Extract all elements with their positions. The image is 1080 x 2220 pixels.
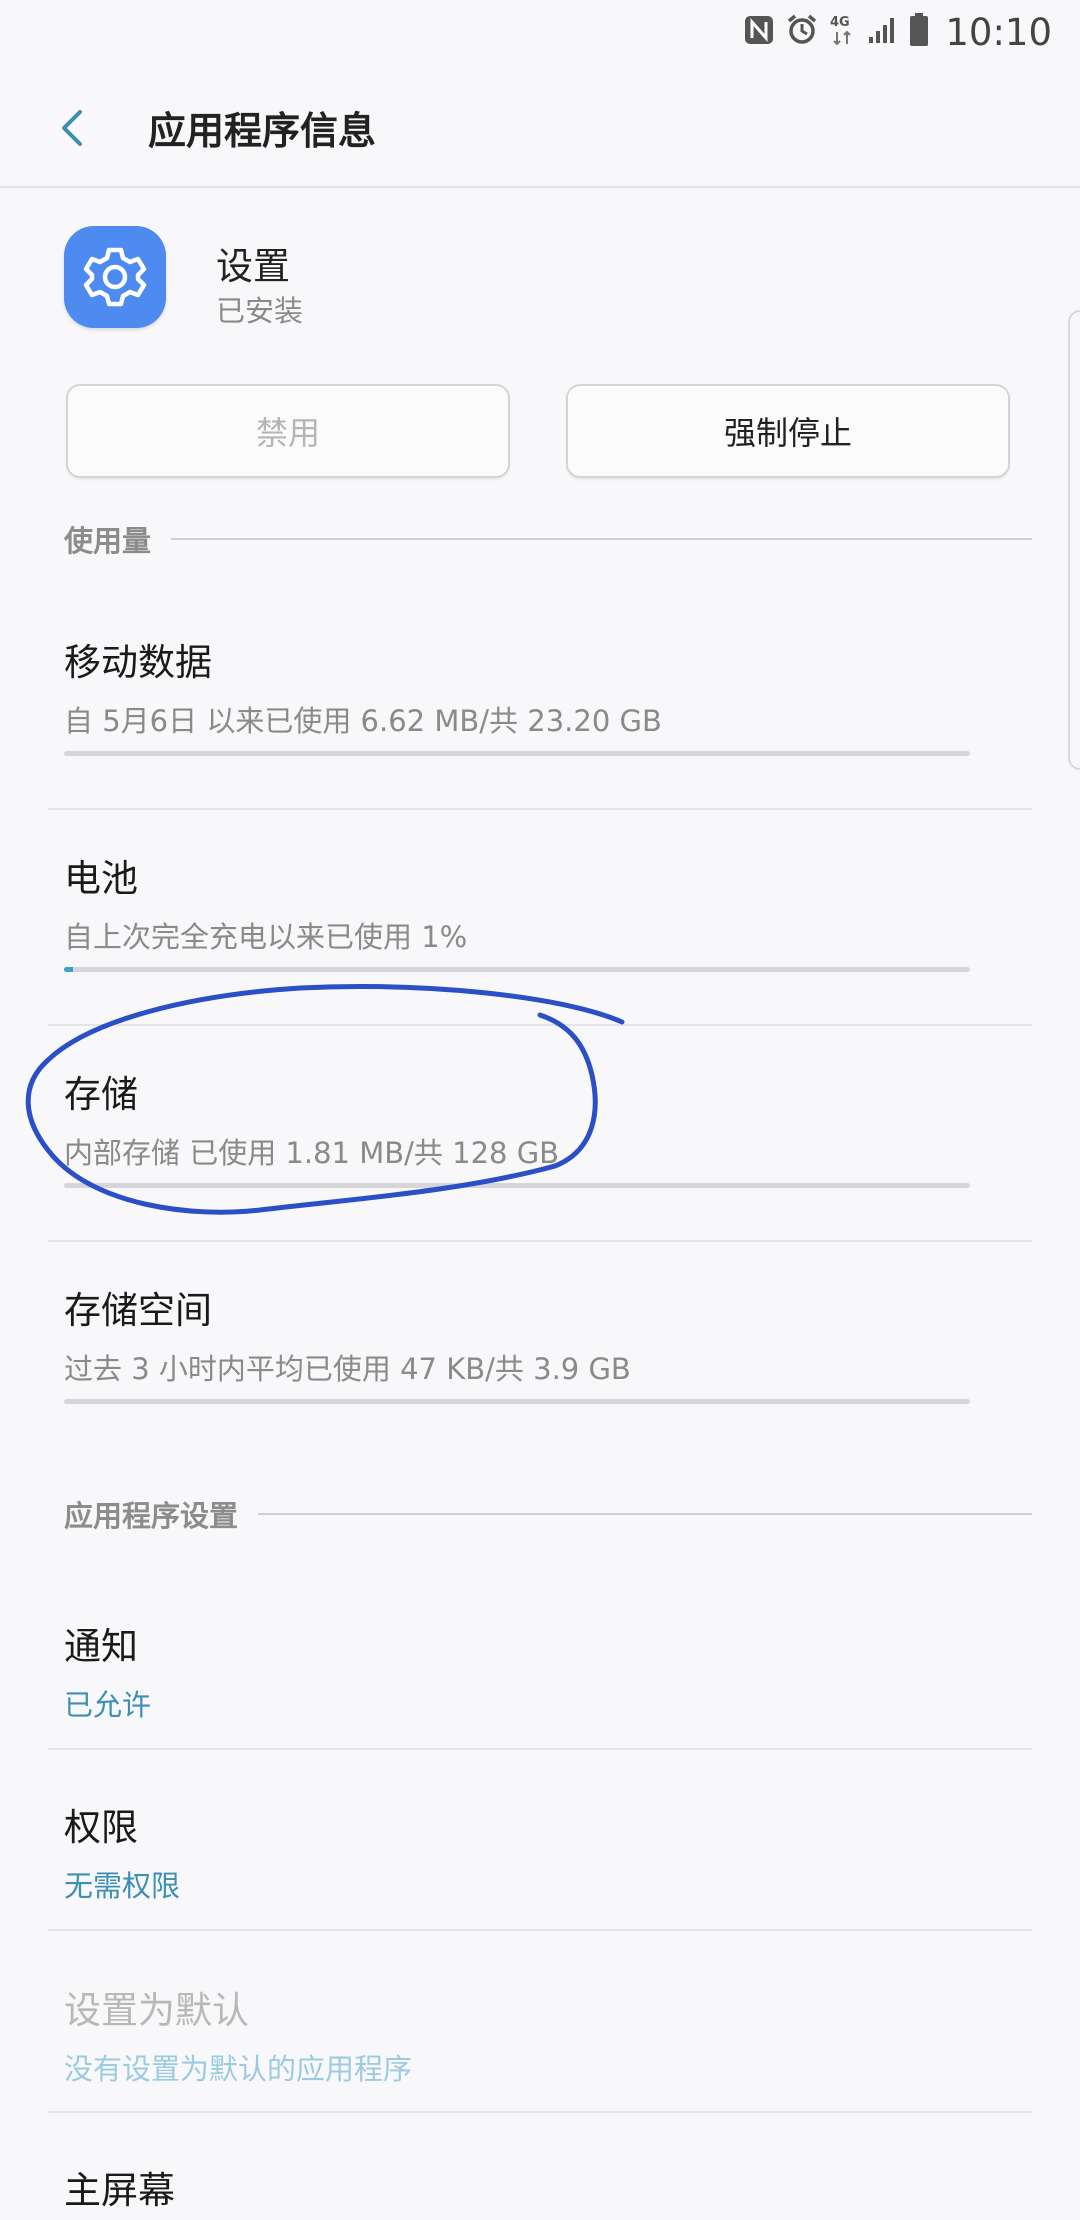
- item-subtitle: 无需权限: [64, 1869, 181, 1903]
- item-title: 通知: [64, 1625, 138, 1668]
- app-install-status: 已安装: [216, 294, 304, 328]
- item-subtitle: 内部存储 已使用 1.81 MB/共 128 GB: [64, 1136, 560, 1170]
- item-subtitle: 过去 3 小时内平均已使用 47 KB/共 3.9 GB: [64, 1352, 631, 1386]
- scroll-edge-handle[interactable]: [1068, 310, 1080, 770]
- section-title: 应用程序设置: [64, 1499, 239, 1533]
- app-bar: 应用程序信息: [0, 64, 1080, 188]
- battery-icon: [909, 13, 929, 51]
- list-item-notifications[interactable]: 通知 已允许: [64, 1616, 1032, 1724]
- alarm-icon: [785, 13, 819, 51]
- status-icons: 4G 10:10: [743, 6, 1052, 58]
- section-divider: [258, 1513, 1032, 1515]
- app-name: 设置: [216, 245, 290, 288]
- svg-text:4G: 4G: [830, 15, 850, 30]
- list-item-set-as-default: 设置为默认 没有设置为默认的应用程序: [64, 1980, 1032, 2088]
- disable-button[interactable]: 禁用: [66, 384, 510, 478]
- progress-bar-battery: [64, 967, 970, 972]
- list-item-battery[interactable]: 电池 自上次完全充电以来已使用 1%: [64, 848, 1032, 956]
- progress-fill: [64, 967, 74, 972]
- item-subtitle: 没有设置为默认的应用程序: [64, 2052, 413, 2086]
- item-title: 存储空间: [64, 1289, 212, 1332]
- list-item-storage[interactable]: 存储 内部存储 已使用 1.81 MB/共 128 GB: [64, 1064, 1032, 1172]
- section-title: 使用量: [64, 524, 152, 558]
- divider: [48, 2111, 1032, 2113]
- list-item-memory[interactable]: 存储空间 过去 3 小时内平均已使用 47 KB/共 3.9 GB: [64, 1280, 1032, 1388]
- app-icon: [64, 226, 166, 328]
- section-header-usage: 使用量: [64, 519, 1032, 559]
- list-item-mobile-data[interactable]: 移动数据 自 5月6日 以来已使用 6.62 MB/共 23.20 GB: [64, 632, 1032, 740]
- back-button[interactable]: [44, 98, 104, 158]
- item-title: 设置为默认: [64, 1989, 249, 2032]
- divider: [48, 808, 1032, 810]
- divider: [48, 1929, 1032, 1931]
- list-item-home-screen[interactable]: 主屏幕: [64, 2160, 1032, 2214]
- section-divider: [171, 538, 1032, 540]
- status-bar: 4G 10:10: [0, 0, 1080, 64]
- item-title: 电池: [64, 857, 138, 900]
- progress-bar-memory: [64, 1399, 970, 1404]
- progress-bar-storage: [64, 1183, 970, 1188]
- status-time: 10:10: [945, 10, 1052, 54]
- progress-bar-mobile-data: [64, 751, 970, 756]
- force-stop-button[interactable]: 强制停止: [566, 384, 1010, 478]
- page-title: 应用程序信息: [148, 109, 377, 153]
- section-header-app-settings: 应用程序设置: [64, 1494, 1032, 1534]
- divider: [48, 1024, 1032, 1026]
- item-subtitle: 自 5月6日 以来已使用 6.62 MB/共 23.20 GB: [64, 704, 662, 738]
- item-subtitle: 已允许: [64, 1688, 152, 1722]
- item-title: 权限: [64, 1806, 138, 1849]
- signal-icon: [867, 15, 899, 49]
- list-item-permissions[interactable]: 权限 无需权限: [64, 1797, 1032, 1905]
- network-4g-icon: 4G: [829, 12, 857, 52]
- item-title: 移动数据: [64, 641, 212, 684]
- divider: [48, 1240, 1032, 1242]
- chevron-left-icon: [62, 110, 82, 146]
- item-subtitle: 自上次完全充电以来已使用 1%: [64, 920, 468, 954]
- nfc-icon: [743, 14, 775, 50]
- divider: [48, 1748, 1032, 1750]
- item-title: 存储: [64, 1073, 138, 1116]
- item-title: 主屏幕: [64, 2169, 175, 2212]
- gear-icon: [83, 247, 147, 307]
